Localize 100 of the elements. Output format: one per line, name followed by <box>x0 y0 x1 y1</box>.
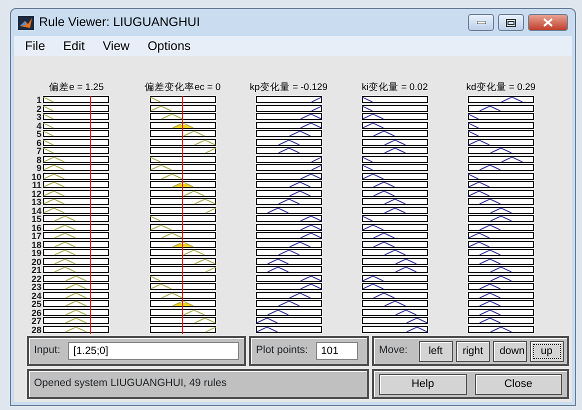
membership-plot <box>362 266 428 273</box>
membership-plot <box>256 96 322 103</box>
membership-plot <box>468 96 534 103</box>
membership-plot <box>150 96 216 103</box>
membership-plot <box>43 240 110 248</box>
membership-plot <box>256 113 322 120</box>
rule-number: 9 <box>36 164 42 172</box>
rule-number: 14 <box>31 206 42 215</box>
membership-plot <box>43 181 110 188</box>
menu-item[interactable]: View <box>94 36 139 56</box>
membership-plot <box>362 224 428 230</box>
membership-plot <box>256 308 322 316</box>
membership-plot <box>362 96 428 103</box>
maximize-button[interactable] <box>498 14 524 31</box>
membership-plot <box>468 113 534 120</box>
membership-plot <box>362 156 428 162</box>
membership-plot <box>362 147 428 154</box>
membership-plot <box>150 326 216 332</box>
membership-plot <box>43 317 110 324</box>
membership-plot <box>362 164 428 171</box>
membership-plot <box>43 232 110 239</box>
menu-item[interactable]: Options <box>138 36 200 56</box>
membership-plot <box>43 308 110 316</box>
rule-number: 4 <box>36 122 42 130</box>
rule-number: 28 <box>31 326 42 334</box>
input-field[interactable]: [1.25;0] <box>68 342 239 360</box>
app-icon <box>18 16 34 30</box>
membership-plot <box>43 164 110 171</box>
membership-plot <box>43 283 110 290</box>
rule-number: 8 <box>36 156 42 164</box>
variable-label: 偏差变化率ec = 0 <box>144 81 221 94</box>
membership-plot <box>43 122 110 128</box>
membership-plot <box>256 147 322 154</box>
dialog-button[interactable]: Help <box>379 374 466 394</box>
input-label: Input: <box>34 343 60 358</box>
membership-plot <box>468 232 534 239</box>
membership-plot <box>468 130 534 137</box>
membership-plot <box>150 164 216 171</box>
variable-label: kd变化量 = 0.29 <box>466 81 536 94</box>
status-text: Opened system LIUGUANGHUI, 49 rules <box>34 376 227 392</box>
close-button[interactable] <box>528 14 568 31</box>
input-value-line[interactable] <box>182 96 183 334</box>
membership-plot <box>256 122 322 128</box>
membership-plot <box>256 206 322 214</box>
membership-plot <box>468 249 534 256</box>
membership-plot <box>468 224 534 230</box>
membership-plot <box>43 147 110 154</box>
rule-number: 7 <box>36 147 42 156</box>
membership-plot <box>256 190 322 196</box>
move-button[interactable]: right <box>456 340 490 362</box>
menu-item[interactable]: File <box>16 36 54 56</box>
rule-number: 18 <box>31 240 42 249</box>
membership-plot <box>43 130 110 137</box>
rule-number: 12 <box>31 190 42 198</box>
membership-plot <box>43 190 110 196</box>
move-button[interactable]: down <box>492 340 527 362</box>
membership-plot <box>150 232 216 239</box>
rule-number: 27 <box>31 317 42 326</box>
membership-plot <box>362 206 428 214</box>
membership-plot <box>468 283 534 290</box>
membership-plot <box>150 113 216 120</box>
membership-plot <box>362 122 428 128</box>
membership-plot <box>256 156 322 162</box>
membership-plot <box>468 215 534 222</box>
rule-number: 26 <box>31 308 42 317</box>
membership-plot <box>43 104 110 112</box>
dialog-button[interactable]: Close <box>474 374 562 394</box>
membership-plot <box>150 190 216 196</box>
membership-plot <box>468 147 534 154</box>
membership-plot <box>43 206 110 214</box>
membership-plot <box>43 266 110 273</box>
membership-plot <box>256 130 322 137</box>
membership-plot <box>43 156 110 162</box>
plot-points-label: Plot points: <box>256 343 308 358</box>
menu-item[interactable]: Edit <box>54 36 94 56</box>
membership-plot <box>150 300 216 307</box>
membership-plot <box>256 283 322 290</box>
minimize-button[interactable] <box>468 14 494 31</box>
membership-plot <box>256 258 322 264</box>
membership-plot <box>150 198 216 205</box>
membership-plot <box>256 164 322 171</box>
move-button[interactable]: left <box>418 340 453 362</box>
membership-plot <box>43 274 110 282</box>
rule-number: 15 <box>31 215 42 224</box>
membership-plot <box>468 292 534 298</box>
membership-plot <box>362 232 428 239</box>
membership-plot <box>468 206 534 214</box>
membership-plot <box>150 122 216 128</box>
minimize-icon <box>476 21 486 24</box>
input-value-line[interactable] <box>90 96 91 334</box>
membership-plot <box>43 172 110 180</box>
membership-plot <box>256 249 322 256</box>
membership-plot <box>468 198 534 205</box>
rule-number: 16 <box>31 224 42 232</box>
plot-points-field[interactable]: 101 <box>316 342 358 360</box>
membership-plot <box>256 300 322 307</box>
membership-plot <box>150 172 216 180</box>
move-button[interactable]: up <box>530 340 564 362</box>
membership-plot <box>468 190 534 196</box>
membership-plot <box>256 198 322 205</box>
